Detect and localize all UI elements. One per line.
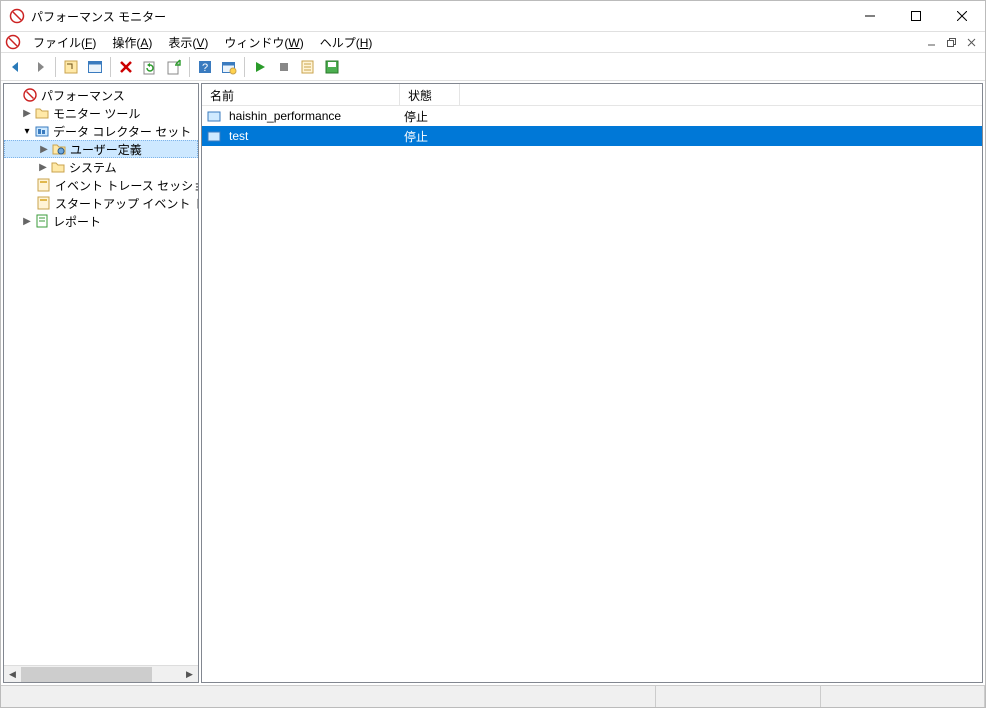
stop-button[interactable] bbox=[273, 56, 295, 78]
save-template-button[interactable] bbox=[321, 56, 343, 78]
perfmon-icon bbox=[22, 87, 38, 103]
menubar: ファイル(F) 操作(A) 表示(V) ウィンドウ(W) ヘルプ(H) bbox=[1, 31, 985, 53]
show-hide-tree-button[interactable] bbox=[60, 56, 82, 78]
scroll-right-button[interactable]: ▶ bbox=[181, 667, 198, 682]
menu-action[interactable]: 操作(A) bbox=[104, 32, 160, 53]
expander-icon[interactable]: ▶ bbox=[20, 108, 34, 119]
properties-button[interactable] bbox=[84, 56, 106, 78]
tree-label: ユーザー定義 bbox=[70, 141, 142, 158]
app-icon bbox=[9, 8, 25, 24]
scroll-thumb[interactable] bbox=[21, 667, 152, 682]
list-cell-status: 停止 bbox=[400, 128, 460, 145]
mdi-minimize-button[interactable] bbox=[921, 33, 941, 51]
folder-icon bbox=[34, 105, 50, 121]
statusbar bbox=[1, 685, 985, 707]
scroll-left-button[interactable]: ◀ bbox=[4, 667, 21, 682]
close-button[interactable] bbox=[939, 1, 985, 31]
tree-monitor-tools[interactable]: ▶ モニター ツール bbox=[4, 104, 198, 122]
window-controls bbox=[847, 1, 985, 31]
row-name: haishin_performance bbox=[229, 109, 341, 123]
expander-icon[interactable]: ▶ bbox=[20, 216, 34, 227]
mdi-controls bbox=[921, 33, 981, 51]
log-properties-button[interactable] bbox=[297, 56, 319, 78]
app-icon-small bbox=[5, 34, 21, 50]
minimize-button[interactable] bbox=[847, 1, 893, 31]
scroll-track[interactable] bbox=[21, 667, 181, 682]
expander-icon[interactable]: ▶ bbox=[36, 162, 50, 173]
list-pane: 名前 状態 haishin_performance 停止 test 停止 bbox=[201, 83, 983, 683]
main-area: パフォーマンス ▶ モニター ツール ▾ データ コレクター セット ▶ ユーザ… bbox=[1, 81, 985, 685]
toolbar-separator bbox=[55, 57, 56, 77]
statusbar-pane bbox=[1, 686, 656, 707]
folder-icon bbox=[50, 159, 66, 175]
window-title: パフォーマンス モニター bbox=[31, 8, 847, 25]
collector-set-icon bbox=[206, 108, 222, 124]
tree-user-defined[interactable]: ▶ ユーザー定義 bbox=[4, 140, 198, 158]
back-button[interactable] bbox=[5, 56, 27, 78]
statusbar-pane bbox=[821, 686, 986, 707]
statusbar-pane bbox=[656, 686, 821, 707]
start-button[interactable] bbox=[249, 56, 271, 78]
list-row[interactable]: haishin_performance 停止 bbox=[202, 106, 982, 126]
tree-root-performance[interactable]: パフォーマンス bbox=[4, 86, 198, 104]
column-status-header[interactable]: 状態 bbox=[400, 84, 460, 105]
list-body: haishin_performance 停止 test 停止 bbox=[202, 106, 982, 682]
help-button[interactable]: ? bbox=[194, 56, 216, 78]
mdi-close-button[interactable] bbox=[961, 33, 981, 51]
tree-label: モニター ツール bbox=[53, 105, 140, 122]
tree-label: システム bbox=[69, 159, 117, 176]
tree-label: スタートアップ イベント トレース bbox=[55, 195, 198, 212]
trace-icon bbox=[36, 177, 52, 193]
collector-icon bbox=[34, 123, 50, 139]
expander-icon[interactable]: ▾ bbox=[20, 126, 34, 137]
user-folder-icon bbox=[51, 141, 67, 157]
report-icon bbox=[34, 213, 50, 229]
list-cell-name: test bbox=[202, 128, 400, 144]
trace-icon bbox=[36, 195, 52, 211]
forward-button[interactable] bbox=[29, 56, 51, 78]
tree-content: パフォーマンス ▶ モニター ツール ▾ データ コレクター セット ▶ ユーザ… bbox=[4, 84, 198, 665]
toolbar-separator bbox=[244, 57, 245, 77]
list-cell-status: 停止 bbox=[400, 108, 460, 125]
refresh-button[interactable] bbox=[139, 56, 161, 78]
menu-window[interactable]: ウィンドウ(W) bbox=[216, 32, 311, 53]
tree-startup-event-trace[interactable]: スタートアップ イベント トレース bbox=[4, 194, 198, 212]
toolbar-separator bbox=[110, 57, 111, 77]
expander-icon[interactable]: ▶ bbox=[37, 144, 51, 155]
tree-hscrollbar[interactable]: ◀ ▶ bbox=[4, 665, 198, 682]
tree-data-collector-sets[interactable]: ▾ データ コレクター セット bbox=[4, 122, 198, 140]
list-row[interactable]: test 停止 bbox=[202, 126, 982, 146]
menu-file[interactable]: ファイル(F) bbox=[25, 32, 104, 53]
export-button[interactable] bbox=[163, 56, 185, 78]
tree-label: レポート bbox=[53, 213, 101, 230]
new-window-button[interactable] bbox=[218, 56, 240, 78]
delete-button[interactable] bbox=[115, 56, 137, 78]
tree-reports[interactable]: ▶ レポート bbox=[4, 212, 198, 230]
list-cell-name: haishin_performance bbox=[202, 108, 400, 124]
maximize-button[interactable] bbox=[893, 1, 939, 31]
row-name: test bbox=[229, 129, 248, 143]
tree-system[interactable]: ▶ システム bbox=[4, 158, 198, 176]
titlebar: パフォーマンス モニター bbox=[1, 1, 985, 31]
menu-view[interactable]: 表示(V) bbox=[160, 32, 216, 53]
tree-event-trace[interactable]: イベント トレース セッション bbox=[4, 176, 198, 194]
menu-help[interactable]: ヘルプ(H) bbox=[312, 32, 381, 53]
tree-pane: パフォーマンス ▶ モニター ツール ▾ データ コレクター セット ▶ ユーザ… bbox=[3, 83, 199, 683]
list-header: 名前 状態 bbox=[202, 84, 982, 106]
tree-label: パフォーマンス bbox=[41, 87, 125, 104]
toolbar: ? bbox=[1, 53, 985, 81]
svg-text:?: ? bbox=[202, 62, 208, 74]
mdi-restore-button[interactable] bbox=[941, 33, 961, 51]
tree-label: イベント トレース セッション bbox=[55, 177, 198, 194]
column-name-header[interactable]: 名前 bbox=[202, 84, 400, 105]
collector-set-icon bbox=[206, 128, 222, 144]
tree-label: データ コレクター セット bbox=[53, 123, 191, 140]
toolbar-separator bbox=[189, 57, 190, 77]
